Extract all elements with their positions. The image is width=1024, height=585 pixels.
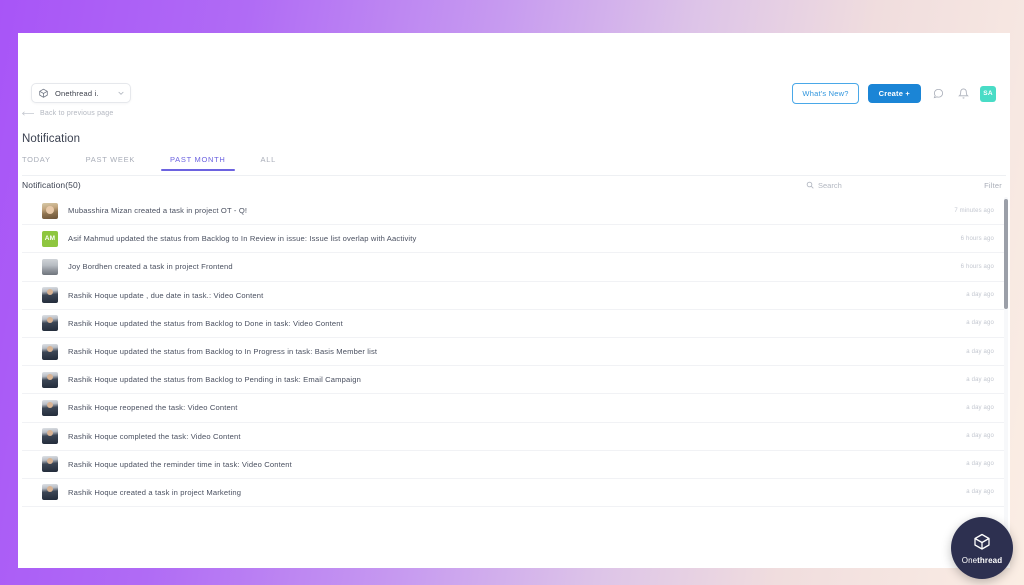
notification-text: Rashik Hoque updated the status from Bac… — [68, 347, 378, 357]
avatar — [42, 456, 58, 473]
notification-time: a day ago — [966, 433, 994, 440]
back-to-previous-page-link[interactable]: Back to previous page — [22, 109, 113, 118]
notification-time: a day ago — [966, 489, 994, 496]
filter-button[interactable]: Filter — [984, 181, 1002, 190]
notification-row[interactable]: Rashik Hoque updated the status from Bac… — [22, 366, 1006, 395]
project-selector-label: Onethread i. — [55, 88, 99, 98]
notification-text: Rashik Hoque updated the reminder time i… — [68, 459, 292, 469]
top-bar — [18, 33, 1010, 86]
notification-row[interactable]: AM Asif Mahmud updated the status from B… — [22, 225, 1006, 254]
notification-text: Mubasshira Mizan created a task in proje… — [68, 206, 248, 216]
arrow-left-icon — [22, 109, 35, 118]
notification-row[interactable]: Rashik Hoque updated the status from Bac… — [22, 338, 1006, 367]
chevron-down-icon — [117, 89, 125, 97]
tab-past-month[interactable]: PAST MONTH — [160, 153, 236, 171]
chat-icon[interactable] — [930, 86, 946, 102]
onethread-badge-label: Onethread — [962, 556, 1002, 565]
notification-row[interactable]: Joy Bordhen created a task in project Fr… — [22, 253, 1006, 282]
avatar: AM — [42, 230, 58, 247]
notification-time: a day ago — [966, 320, 994, 327]
page-title: Notification — [22, 133, 81, 145]
notification-time: 7 minutes ago — [954, 207, 994, 214]
notification-text: Rashik Hoque reopened the task: Video Co… — [68, 403, 238, 413]
avatar — [42, 428, 58, 445]
avatar — [42, 399, 58, 416]
notification-row[interactable]: Rashik Hoque created a task in project M… — [22, 479, 1006, 508]
notification-row[interactable]: Rashik Hoque updated the status from Bac… — [22, 310, 1006, 338]
back-link-label: Back to previous page — [40, 110, 114, 117]
bell-icon[interactable] — [955, 86, 971, 102]
app-window: Onethread i. What's New? Create + SA Bac… — [18, 33, 1010, 568]
notification-text: Rashik Hoque updated the status from Bac… — [68, 375, 361, 385]
notification-row[interactable]: Rashik Hoque completed the task: Video C… — [22, 423, 1006, 451]
search-input[interactable] — [818, 180, 938, 190]
notification-count: Notification(50) — [22, 180, 81, 190]
project-selector[interactable]: Onethread i. — [31, 83, 131, 103]
avatar — [42, 202, 58, 219]
notification-text: Rashik Hoque created a task in project M… — [68, 487, 242, 497]
onethread-cube-icon — [970, 531, 994, 555]
user-avatar[interactable]: SA — [980, 85, 996, 102]
list-header: Notification(50) Filter — [22, 174, 1006, 196]
avatar — [42, 371, 58, 388]
notification-text: Rashik Hoque completed the task: Video C… — [68, 431, 241, 441]
notification-text: Asif Mahmud updated the status from Back… — [68, 234, 417, 244]
tab-past-week[interactable]: PAST WEEK — [86, 153, 135, 171]
notification-row[interactable]: Mubasshira Mizan created a task in proje… — [22, 197, 1006, 226]
notification-text: Joy Bordhen created a task in project Fr… — [68, 262, 233, 272]
notification-time: a day ago — [966, 348, 994, 355]
avatar — [42, 484, 58, 501]
notification-tabs: TODAY PAST WEEK PAST MONTH ALL — [22, 153, 1006, 176]
scrollbar-thumb[interactable] — [1004, 199, 1008, 309]
notification-list: Mubasshira Mizan created a task in proje… — [22, 197, 1006, 537]
notification-time: a day ago — [966, 292, 994, 299]
notification-time: a day ago — [966, 404, 994, 411]
create-button[interactable]: Create + — [867, 84, 921, 103]
whats-new-button[interactable]: What's New? — [792, 83, 859, 104]
badge-name-bold: thread — [977, 556, 1003, 565]
notification-row[interactable]: Rashik Hoque reopened the task: Video Co… — [22, 394, 1006, 423]
onethread-logo-icon — [37, 87, 50, 100]
avatar — [42, 287, 58, 304]
search-box[interactable] — [806, 180, 938, 190]
notification-time: 6 hours ago — [960, 263, 994, 270]
avatar — [42, 315, 58, 332]
tab-today[interactable]: TODAY — [22, 153, 51, 171]
badge-name-light: One — [961, 556, 978, 565]
notification-row[interactable]: Rashik Hoque updated the reminder time i… — [22, 451, 1006, 479]
notification-time: 6 hours ago — [960, 235, 994, 242]
notification-time: a day ago — [966, 376, 994, 383]
notification-row[interactable]: Rashik Hoque update , due date in task.:… — [22, 282, 1006, 310]
notification-text: Rashik Hoque update , due date in task.:… — [68, 290, 264, 300]
top-bar-actions: What's New? Create + SA — [792, 83, 996, 104]
onethread-floating-badge[interactable]: Onethread — [951, 517, 1013, 579]
search-icon — [806, 181, 814, 189]
notification-time: a day ago — [966, 461, 994, 468]
avatar — [42, 343, 58, 360]
tab-all[interactable]: ALL — [261, 153, 276, 171]
avatar — [42, 258, 58, 275]
notification-text: Rashik Hoque updated the status from Bac… — [68, 318, 343, 328]
